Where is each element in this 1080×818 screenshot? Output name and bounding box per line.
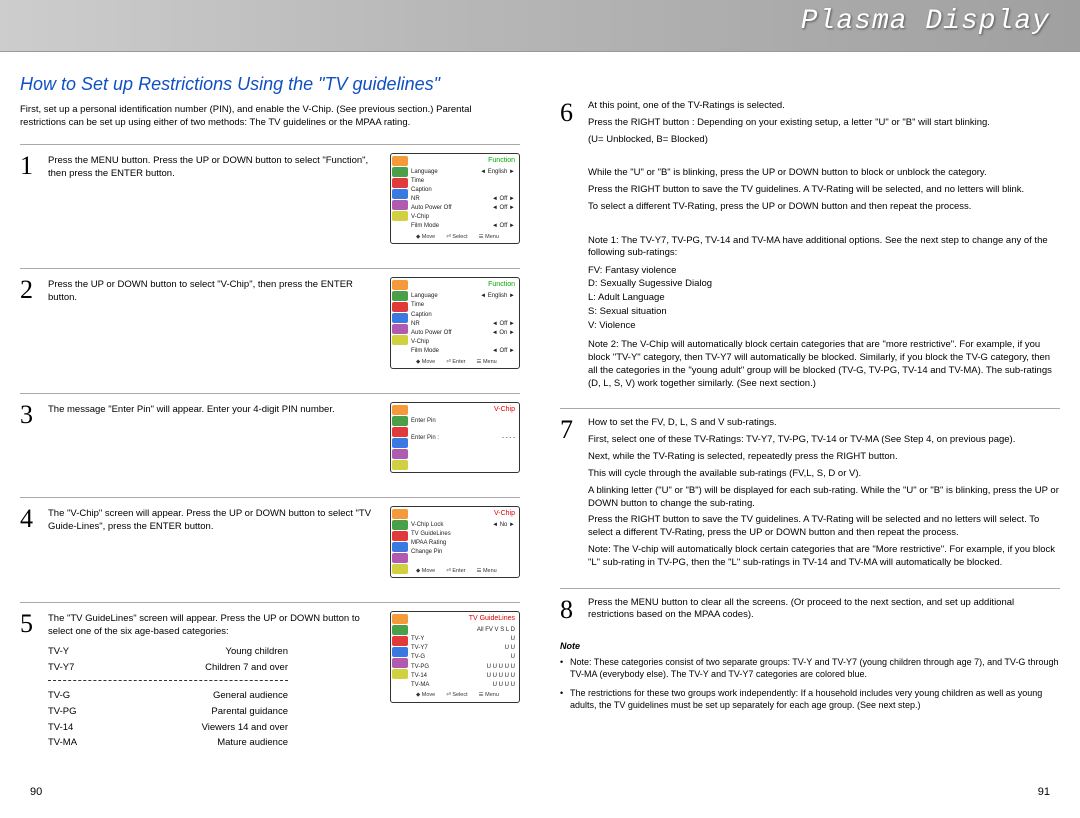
right-column: 6 At this point, one of the TV-Ratings i… — [560, 72, 1060, 776]
osd-screenshot-4: V-Chip V-Chip Lock◄ No ► TV GuideLines M… — [390, 506, 520, 578]
note-heading: Note — [560, 640, 1060, 652]
left-column: How to Set up Restrictions Using the "TV… — [20, 72, 520, 776]
header-title: Plasma Display — [801, 6, 1050, 37]
page-numbers: 90 91 — [0, 786, 1080, 818]
step-text: The "V-Chip" screen will appear. Press t… — [48, 506, 382, 578]
note-item: The restrictions for these two groups wo… — [560, 687, 1060, 711]
step-text: Press the UP or DOWN button to select "V… — [48, 277, 382, 369]
note-item: Note: These categories consist of two se… — [560, 656, 1060, 680]
page-num-right: 91 — [1038, 786, 1050, 798]
step-text: At this point, one of the TV-Ratings is … — [588, 100, 1060, 394]
sub-ratings-list: FV: Fantasy violence D: Sexually Sugessi… — [588, 264, 1060, 333]
step-number: 2 — [20, 277, 48, 369]
step-7: 7 How to set the FV, D, L, S and V sub-r… — [560, 417, 1060, 573]
osd-screenshot-2: Function Language◄ English ► Time Captio… — [390, 277, 520, 369]
osd-screenshot-1: Function Language◄ English ► Time Captio… — [390, 153, 520, 245]
step-text: The "TV GuideLines" screen will appear. … — [48, 611, 382, 639]
osd-screenshot-5: TV GuideLines All FV V S L D TV-YU TV-Y7… — [390, 611, 520, 752]
step-text: Press the MENU button. Press the UP or D… — [48, 153, 382, 245]
step-number: 7 — [560, 417, 588, 573]
step-text: How to set the FV, D, L, S and V sub-rat… — [588, 417, 1060, 573]
step-6: 6 At this point, one of the TV-Ratings i… — [560, 100, 1060, 394]
step-text: The message "Enter Pin" will appear. Ent… — [48, 402, 335, 473]
content: How to Set up Restrictions Using the "TV… — [0, 52, 1080, 786]
note-block: Note Note: These categories consist of t… — [560, 640, 1060, 711]
step-number: 8 — [560, 597, 588, 627]
header-bar: Plasma Display — [0, 0, 1080, 52]
step-4: 4 The "V-Chip" screen will appear. Press… — [20, 506, 520, 588]
step-2: 2 Press the UP or DOWN button to select … — [20, 277, 520, 379]
step-number: 3 — [20, 402, 48, 473]
section-title: How to Set up Restrictions Using the "TV… — [20, 72, 520, 96]
step-8: 8 Press the MENU button to clear all the… — [560, 597, 1060, 627]
step-number: 5 — [20, 611, 48, 639]
step-3: 3 The message "Enter Pin" will appear. E… — [20, 402, 520, 483]
step-number: 6 — [560, 100, 588, 394]
step-1: 1 Press the MENU button. Press the UP or… — [20, 153, 520, 255]
step-number: 1 — [20, 153, 48, 245]
osd-screenshot-3: V-Chip Enter Pin Enter Pin :- - - - — [390, 402, 520, 473]
step-text: Press the MENU button to clear all the s… — [588, 597, 1060, 627]
page-num-left: 90 — [30, 786, 42, 798]
rating-table: TV-YYoung children TV-Y7Children 7 and o… — [48, 645, 288, 752]
step-5: 5 The "TV GuideLines" screen will appear… — [20, 611, 520, 762]
step-number: 4 — [20, 506, 48, 578]
intro-text: First, set up a personal identification … — [20, 104, 520, 130]
